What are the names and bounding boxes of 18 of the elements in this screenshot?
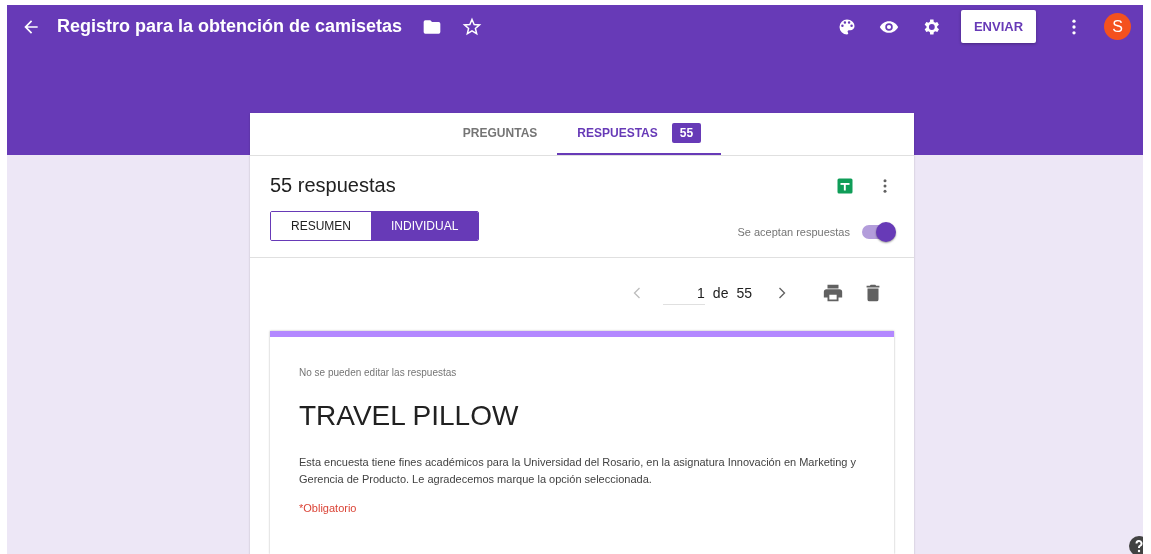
tab[interactable]: PREGUNTAS — [442, 113, 558, 155]
responses-heading: 55 respuestas — [270, 174, 397, 197]
required-note: *Obligatorio — [299, 502, 358, 514]
form-description: Esta encuesta tiene fines académicos para la Universidad del Rosario, en la asignatura Innovación en Marketing y Gerencia de Producto. Le agradecemos marque la opción seleccionada. — [299, 455, 858, 487]
accepting-label: Se aceptan respuestas — [737, 225, 850, 238]
page-separator: de — [712, 285, 729, 301]
form-title: Registro para la obtención de camisetas — [57, 16, 403, 37]
form-heading: TRAVEL PILLOW — [299, 400, 520, 432]
spreadsheet-icon[interactable] — [836, 176, 854, 195]
print-icon[interactable] — [822, 282, 844, 304]
count-badge: 55 — [671, 123, 702, 143]
page-total: 55 — [736, 285, 752, 301]
accepting-switch[interactable] — [862, 225, 894, 239]
tab[interactable]: RESPUESTAS 55 — [557, 113, 722, 155]
view-option[interactable]: INDIVIDUAL — [371, 212, 479, 240]
star-icon[interactable] — [462, 16, 483, 37]
send-button[interactable]: ENVIAR — [961, 10, 1036, 43]
edit-notice: No se pueden editar las respuestas — [299, 367, 458, 378]
